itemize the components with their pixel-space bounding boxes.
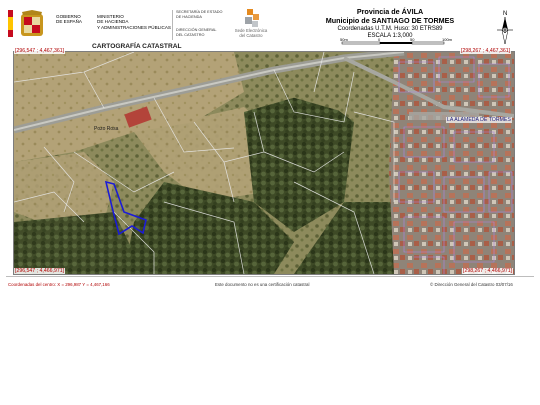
scalebar-label-50: 50 [410, 37, 415, 42]
province-title: Provincia de ÁVILA [356, 7, 424, 16]
scalebar-label-0: 0 [378, 37, 381, 42]
north-label: N [503, 11, 507, 17]
coordinate-top-right: [298,267 ; 4,467,361] [460, 48, 512, 54]
ministry-text: MINISTERIO DE HACIENDA Y ADMINISTRACIONE… [97, 14, 171, 30]
coat-of-arms-icon [21, 10, 43, 36]
map-title-block: Provincia de ÁVILA Municipio de SANTIAGO… [300, 7, 480, 39]
coordinate-bottom-right: [298,267 ; 4,466,971] [462, 268, 514, 274]
header-divider [172, 10, 173, 40]
place-label-pozo-rosa: Pozo Rosa [94, 126, 119, 132]
cartografia-heading: CARTOGRAFÍA CATASTRAL [92, 43, 182, 50]
scalebar-label-100m: 100m [442, 37, 453, 42]
secretaria-text: SECRETARÍA DE ESTADO DE HACIENDA [176, 10, 223, 19]
gobierno-de-espana-text: GOBIERNO DE ESPAÑA [56, 14, 82, 25]
disclaimer-text: Este documento no es una certificación c… [215, 282, 310, 287]
north-arrow-icon: N [497, 11, 513, 45]
aerial-imagery[interactable]: Pozo Rosa [14, 52, 514, 274]
municipality-title: Municipio de SANTIAGO DE TORMES [325, 16, 455, 25]
scalebar-label-50m: 50m [340, 37, 348, 42]
spain-flag-icon [8, 10, 13, 37]
cadastral-map[interactable]: Pozo Rosa [13, 51, 515, 275]
center-coordinates-text: Coordenadas del centro: X = 296,987 Y = … [8, 282, 110, 287]
coordinate-top-left: [296,547 ; 4,467,361] [14, 48, 66, 54]
sede-electronica-label[interactable]: Sede Electrónica del Catastro [228, 28, 274, 38]
coordinate-bottom-left: [296,547 ; 4,466,971] [14, 268, 66, 274]
scale-bar: 50m 0 50 100m [340, 37, 453, 45]
direccion-general-text: DIRECCIÓN GENERAL DEL CATASTRO [176, 28, 217, 37]
place-label-alameda: LA ALAMEDA DE TORMES [446, 117, 512, 123]
copyright-text: © Dirección General del Catastro 03/07/1… [430, 282, 513, 287]
